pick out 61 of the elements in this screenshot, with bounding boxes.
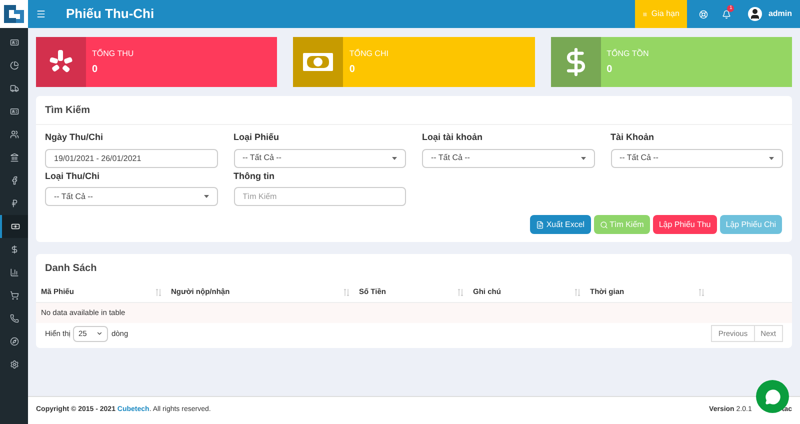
chat-icon: [764, 388, 780, 404]
stat-label: TỔNG CHI: [349, 48, 388, 60]
stat-value: 0: [349, 62, 356, 76]
sidebar-item[interactable]: [0, 215, 28, 238]
field-label: Tài Khoản: [610, 131, 656, 144]
select-field[interactable]: -- Tất Cả --: [422, 148, 594, 168]
search-field[interactable]: Tìm Kiếm: [234, 187, 406, 206]
caret-icon: [392, 156, 397, 160]
facebook-icon: [10, 176, 18, 185]
chevron-icon: [96, 330, 104, 337]
banknote-icon: [10, 222, 20, 231]
caret-icon: [580, 156, 586, 160]
stat-value: 0: [606, 62, 614, 76]
compass-icon: [10, 337, 18, 346]
field-label: Thông tin: [234, 170, 276, 183]
page-title: Phiếu Thu-Chi: [66, 5, 154, 24]
stat-label: TỔNG TỒN: [606, 48, 649, 60]
avatar-icon[interactable]: [748, 7, 762, 21]
grid-icon: [643, 10, 648, 18]
id-card-icon: [10, 38, 18, 47]
menu-icon[interactable]: [36, 9, 46, 19]
select-field[interactable]: -- Tất Cả --: [610, 148, 783, 168]
user-name[interactable]: admin: [768, 8, 792, 20]
ruble-icon: [10, 199, 18, 208]
lifebuoy-icon[interactable]: [699, 10, 708, 18]
create-receipt-button[interactable]: Lập Phiếu Thu: [652, 215, 717, 234]
select-field[interactable]: -- Tất Cả --: [234, 148, 406, 168]
bell-icon[interactable]: [722, 10, 732, 18]
stat-label: TỔNG THU: [92, 48, 134, 60]
sort-icon: [156, 288, 161, 296]
phone-icon: [10, 314, 18, 323]
select-field[interactable]: -- Tất Cả --: [45, 187, 218, 206]
cart-icon: [10, 291, 18, 300]
sort-icon: [699, 288, 704, 296]
panel-title: Danh Sách: [45, 262, 97, 276]
caret-icon: [769, 156, 774, 160]
users-icon: [10, 130, 18, 139]
sort-icon: [458, 288, 463, 296]
caret-icon: [204, 195, 208, 198]
date-range-field[interactable]: 19/01/2021 - 26/01/2021: [45, 148, 218, 168]
yelp-icon: [49, 49, 73, 75]
search-icon: [600, 220, 608, 228]
pie-chart-icon: [10, 61, 18, 70]
panel-title: Tìm Kiếm: [45, 104, 90, 118]
field-label: Loại Thu/Chi: [45, 170, 100, 183]
field-label: Loại Phiếu: [234, 131, 280, 144]
export-excel-button[interactable]: Xuất Excel: [530, 215, 591, 234]
sort-icon: [575, 288, 580, 296]
settings-icon: [10, 360, 18, 369]
logo-icon[interactable]: [0, 0, 28, 28]
id-card-icon: [10, 107, 18, 116]
field-label: Ngày Thu/Chi: [45, 131, 104, 144]
truck-icon: [10, 84, 18, 93]
field-label: Loại tài khoản: [422, 131, 484, 144]
sort-icon: [344, 288, 349, 296]
stat-value: 0: [92, 62, 99, 76]
bar-chart-icon: [10, 268, 18, 277]
dollar-icon: [10, 245, 18, 254]
bank-icon: [10, 153, 18, 162]
file-icon: [536, 220, 544, 228]
banknote-icon: [302, 52, 334, 72]
